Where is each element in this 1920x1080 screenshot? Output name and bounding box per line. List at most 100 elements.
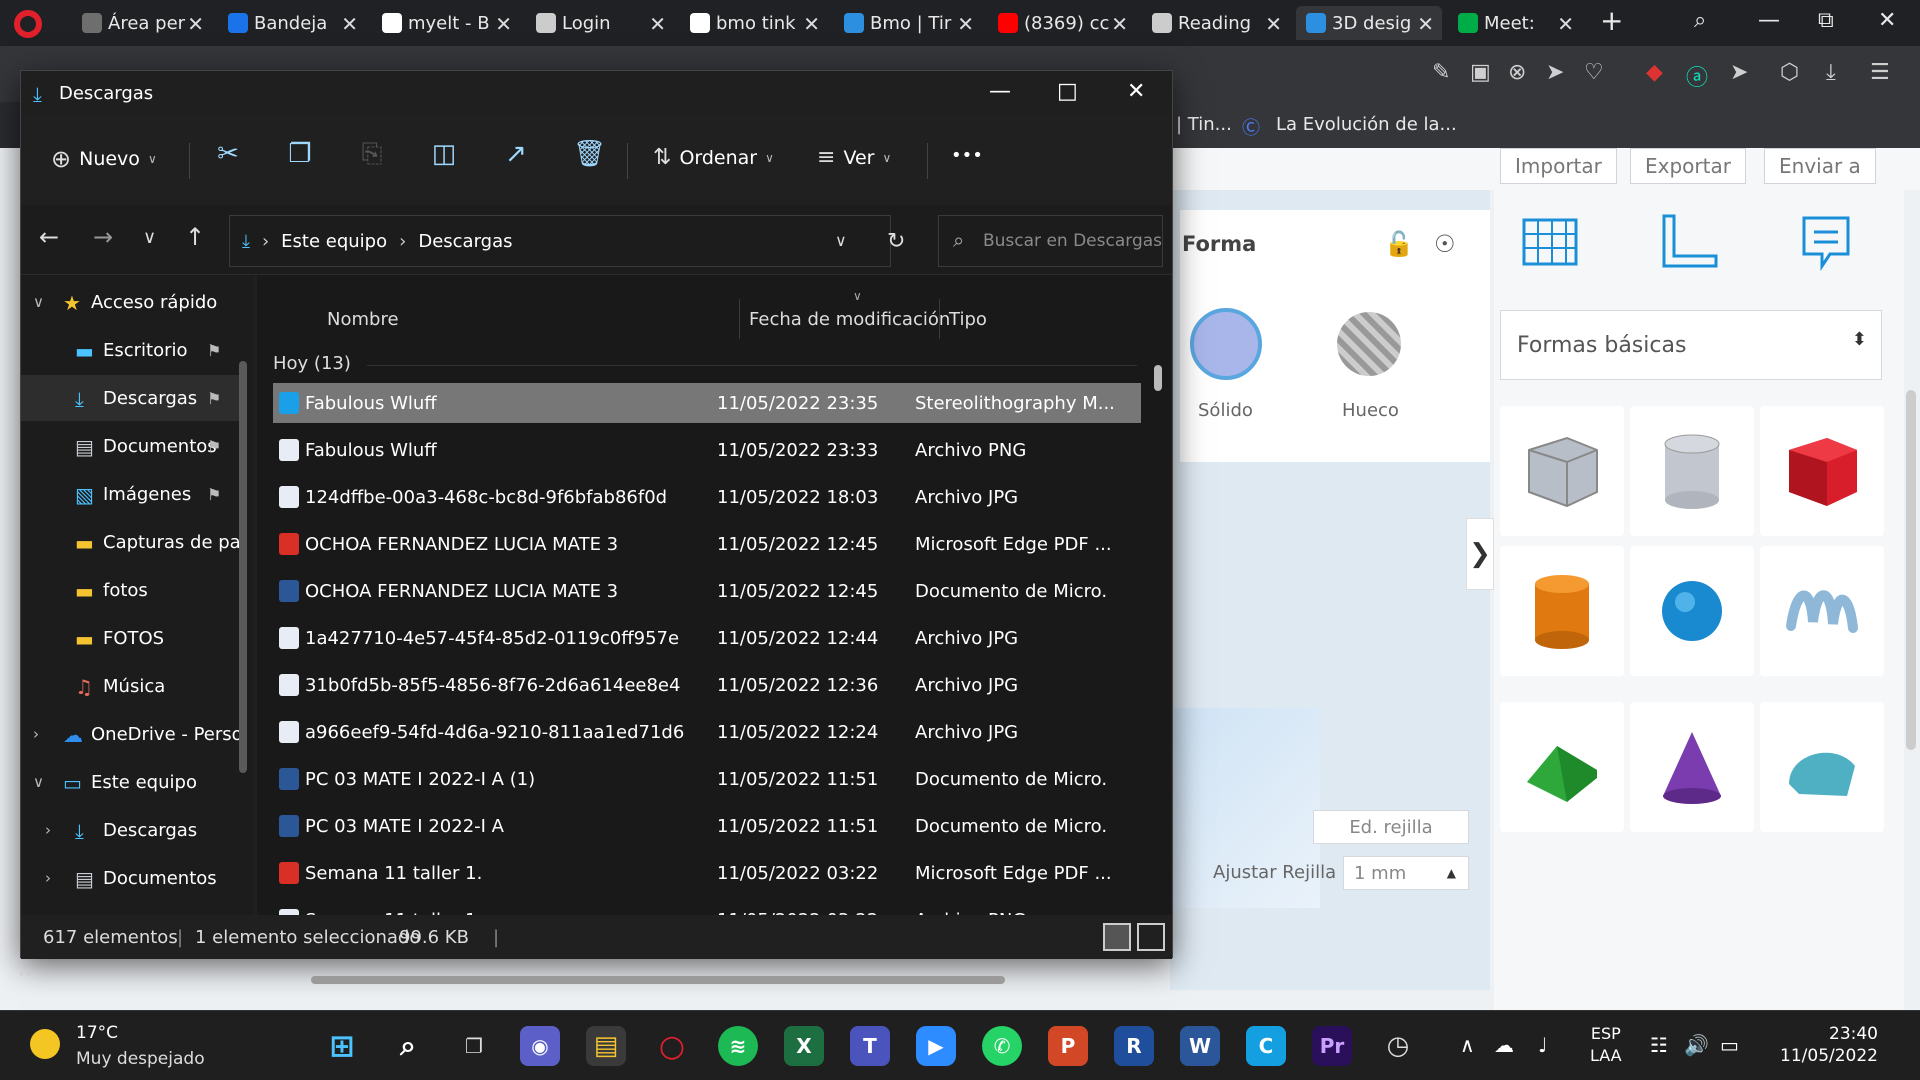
box-shape[interactable] [1760,406,1884,536]
file-explorer-icon[interactable]: ▤ [586,1026,626,1066]
edit-grid-button[interactable]: Ed. rejilla [1313,810,1469,844]
close-icon[interactable]: ✕ [1127,79,1145,104]
tab-close-icon[interactable]: ✕ [649,12,666,36]
box-hole-shape[interactable] [1500,406,1624,536]
browser-sidebar-more-icon[interactable]: ⋯ [18,962,40,987]
sphere-shape[interactable] [1630,546,1754,676]
file-row[interactable]: 124dffbe-00a3-468c-bc8d-9f6bfab86f0d 11/0… [273,477,1141,517]
breadcrumb-current[interactable]: Descargas [418,231,512,252]
browser-tab[interactable]: Bmo | Tir ✕ [834,6,982,40]
downloads-icon[interactable]: ⤓ [1826,60,1836,85]
file-row[interactable]: PC 03 MATE I 2022-I A (1) 11/05/2022 11:5… [273,759,1141,799]
up-arrow-icon[interactable]: ↑ [185,223,205,251]
file-row[interactable]: 31b0fd5b-85f5-4856-8f76-2d6a614ee8e4 11/0… [273,665,1141,705]
notes-icon[interactable] [1794,210,1858,274]
sidebar-item[interactable]: ∨ ▭ Este equipo [21,759,241,805]
hole-option[interactable] [1337,312,1401,376]
bookmark-item[interactable]: La Evolución de la... [1276,114,1457,135]
clock-app-icon[interactable]: ◷ [1378,1026,1418,1066]
copy-icon[interactable]: ❐ [285,139,315,169]
sidebar-item[interactable]: ▤ Documentos ⚑ [21,423,241,469]
browser-tab[interactable]: Meet: ✕ [1448,6,1582,40]
sidebar-item[interactable]: ▧ Imágenes ⚑ [21,471,241,517]
cone-shape[interactable] [1630,702,1754,832]
premiere-icon[interactable]: Pr [1312,1026,1352,1066]
chevron-right-icon[interactable]: › [45,821,51,839]
sidebar-item[interactable]: › ⤓ Descargas [21,807,241,853]
sidebar-item[interactable]: ∨ ★ Acceso rápido [21,279,241,325]
ublock-icon[interactable]: ◆ [1646,60,1663,85]
word-icon[interactable]: W [1180,1026,1220,1066]
chevron-right-icon[interactable]: › [33,725,39,743]
file-row[interactable]: Semana 11 taller 111/05/2022 03:22Archiv… [273,900,1141,915]
solid-option[interactable] [1190,308,1262,380]
menu-icon[interactable]: ☰ [1870,60,1890,85]
browser-tab[interactable]: 3D desig ✕ [1296,6,1442,40]
opera-logo-icon[interactable] [14,10,42,38]
tab-close-icon[interactable]: ✕ [1265,12,1282,36]
browser-tab[interactable]: (8369) cc ✕ [988,6,1136,40]
powerpoint-icon[interactable]: P [1048,1026,1088,1066]
weather-description[interactable]: Muy despejado [76,1049,205,1069]
address-history-icon[interactable]: ∨ [835,231,847,250]
file-row[interactable]: 1a427710-4e57-45f4-85d2-0119c0ff957e 11/0… [273,618,1141,658]
browser-tab[interactable]: bmo tink ✕ [680,6,828,40]
column-type[interactable]: Tipo [949,309,987,330]
maximize-icon[interactable]: ⧉ [1818,8,1834,33]
sidebar-item[interactable]: ▬ Escritorio ⚑ [21,327,241,373]
system-clock[interactable]: 23:40 11/05/2022 [1768,1023,1878,1067]
import-button[interactable]: Importar [1500,148,1617,184]
sidebar-item[interactable]: ▬ fotos [21,567,241,613]
file-list-hscroll[interactable] [311,976,1005,984]
new-button[interactable]: ⊕ Nuevo ∨ [51,145,157,173]
more-options-button[interactable]: ••• [951,145,983,166]
browser-tab[interactable]: Login ✕ [526,6,674,40]
workplane-grid-icon[interactable] [1518,210,1582,274]
onedrive-cloud-icon[interactable]: ☁ [1494,1033,1514,1057]
start-windows-icon[interactable]: ⊞ [322,1026,362,1066]
group-header[interactable]: Hoy (13) [273,353,351,374]
zoom-icon[interactable]: ▶ [916,1026,956,1066]
wifi-icon[interactable]: ☷ [1650,1033,1668,1057]
tab-close-icon[interactable]: ✕ [803,12,820,36]
chat-icon[interactable]: ◉ [520,1026,560,1066]
tab-close-icon[interactable]: ✕ [1557,12,1574,36]
navigation-scrollbar[interactable] [239,361,247,773]
snapshot-edit-icon[interactable]: ✎ [1432,60,1450,85]
sidebar-item[interactable]: ♫ Música [21,663,241,709]
sidebar-item[interactable]: › ☁ OneDrive - Perso [21,711,243,757]
refresh-icon[interactable]: ↻ [887,229,905,254]
sort-button[interactable]: ⇅ Ordenar ∨ [653,145,774,170]
cube-icon[interactable]: ⬡ [1780,60,1799,85]
file-list-vscroll[interactable] [1154,365,1162,391]
chevron-down-icon[interactable]: ∨ [33,293,44,311]
share-icon[interactable]: ↗ [501,139,531,169]
file-row[interactable]: OCHOA FERNANDEZ LUCIA MATE 3 11/05/2022 1… [273,571,1141,611]
search-tabs-icon[interactable]: ⌕ [1694,8,1706,33]
rename-icon[interactable]: ◫ [429,139,459,169]
microphone-icon[interactable]: ♩ [1538,1033,1547,1057]
tab-close-icon[interactable]: ✕ [1111,12,1128,36]
tiles-view-button[interactable] [1137,923,1165,951]
lock-icon[interactable]: 🔓 [1384,230,1414,258]
tab-close-icon[interactable]: ✕ [957,12,974,36]
weather-temperature[interactable]: 17°C [76,1023,118,1043]
cursor-extension-icon[interactable]: ➤ [1730,60,1748,85]
heart-icon[interactable]: ♡ [1584,60,1604,85]
file-row[interactable]: Fabulous Wluff 11/05/2022 23:35 Stereolith… [273,383,1141,423]
explorer-titlebar[interactable]: ⤓ Descargas — □ ✕ [21,71,1172,115]
sidebar-item[interactable]: › ▤ Documentos [21,855,241,901]
input-language[interactable]: ESP LAA [1590,1023,1622,1067]
canva-icon[interactable]: C [1246,1026,1286,1066]
send-icon[interactable]: ➤ [1546,60,1564,85]
file-row[interactable]: OCHOA FERNANDEZ LUCIA MATE 3 11/05/2022 1… [273,524,1141,564]
weather-moon-icon[interactable] [30,1029,60,1059]
chevron-down-icon[interactable]: ∨ [33,773,44,791]
roof-shape[interactable] [1500,702,1624,832]
excel-icon[interactable]: X [784,1026,824,1066]
shape-category-select[interactable]: Formas básicas ⬍ [1500,310,1882,380]
back-arrow-icon[interactable]: ← [39,223,59,251]
round-roof-shape[interactable] [1760,702,1884,832]
scribble-shape[interactable] [1760,546,1884,676]
file-row[interactable]: Fabulous Wluff 11/05/2022 23:33 Archivo PN… [273,430,1141,470]
